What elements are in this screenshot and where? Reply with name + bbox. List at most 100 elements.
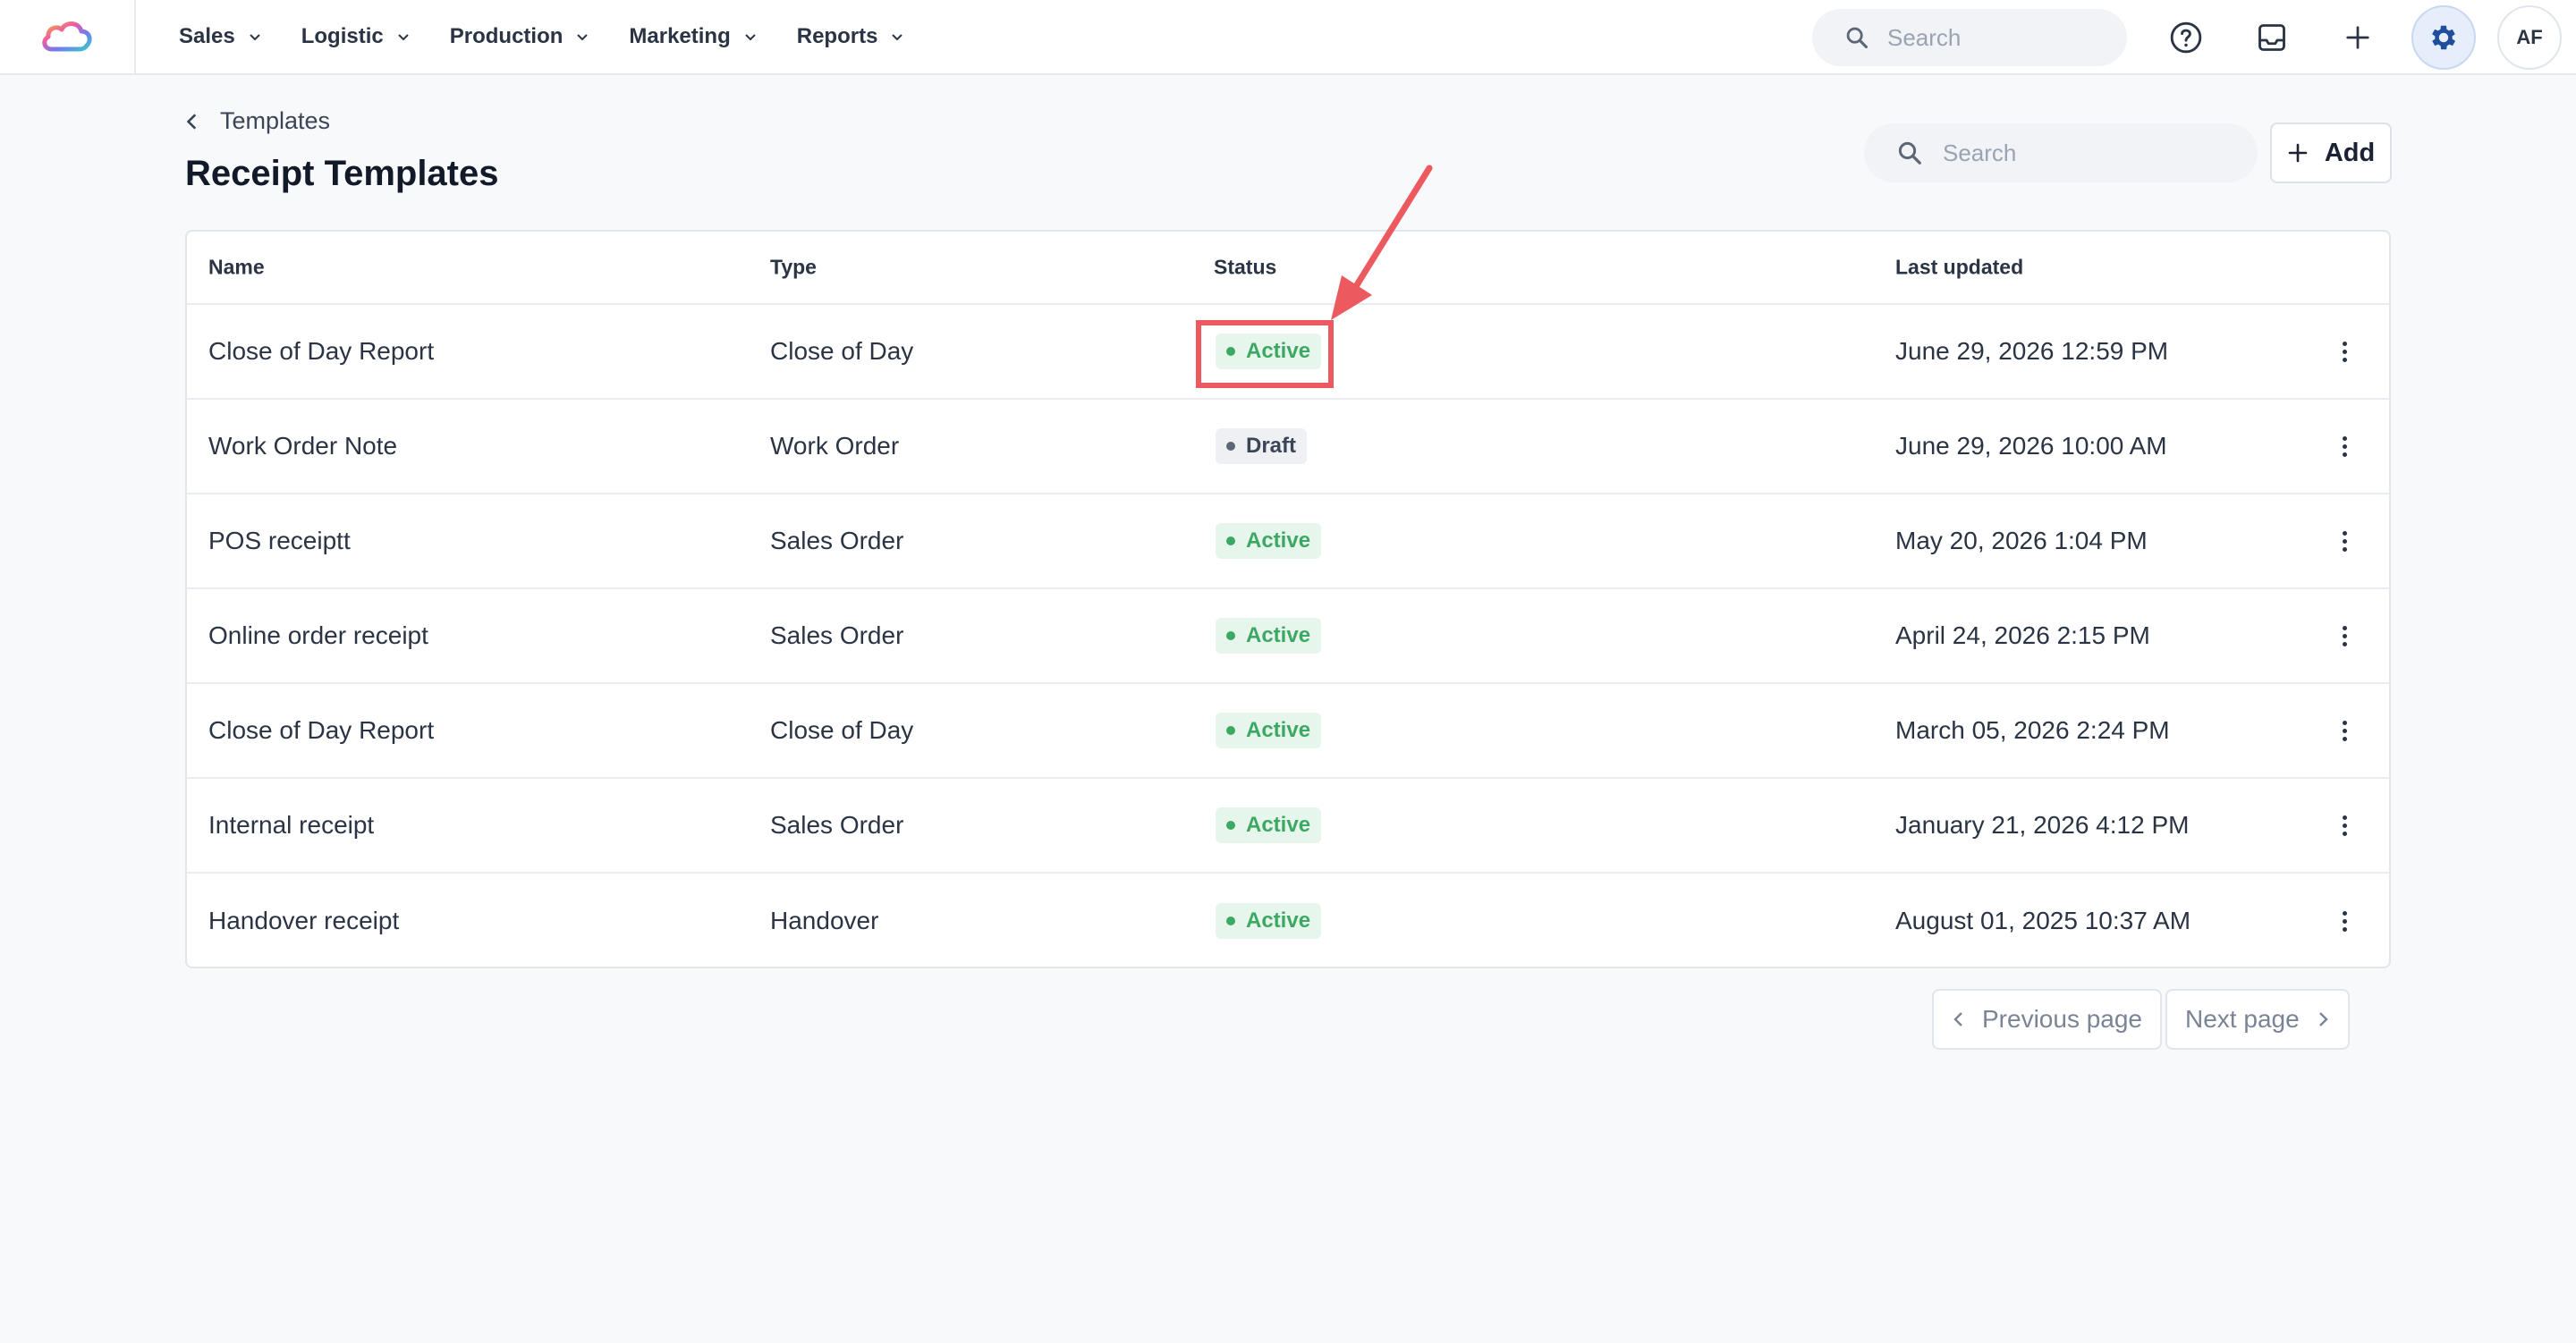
status-dot-icon (1226, 821, 1235, 830)
nav-item-label: Marketing (629, 24, 731, 48)
table-search[interactable] (1864, 123, 2258, 182)
global-search-input[interactable] (1887, 23, 2084, 52)
next-page-label: Next page (2185, 1005, 2300, 1033)
cell-name: Internal receipt (208, 811, 375, 839)
breadcrumb-back[interactable]: Templates (184, 107, 330, 135)
table-row[interactable]: Close of Day Report Close of Day Active … (187, 684, 2389, 779)
row-menu-button[interactable] (2334, 714, 2355, 747)
cell-type: Sales Order (770, 527, 904, 554)
kebab-icon (2342, 720, 2347, 725)
table-row[interactable]: Close of Day Report Close of Day Active … (187, 305, 2389, 400)
cell-type: Close of Day (770, 716, 914, 744)
nav-item-production[interactable]: Production (450, 24, 590, 49)
cell-last-updated: March 05, 2026 2:24 PM (1895, 716, 2170, 744)
help-button[interactable] (2154, 5, 2218, 70)
next-page-button[interactable]: Next page (2165, 989, 2350, 1050)
cell-last-updated: April 24, 2026 2:15 PM (1895, 621, 2150, 649)
row-menu-button[interactable] (2334, 905, 2355, 937)
row-menu-button[interactable] (2334, 335, 2355, 367)
main-nav: Sales Logistic Production Marketing Repo… (179, 24, 944, 49)
page-title: Receipt Templates (185, 154, 499, 193)
cell-type: Sales Order (770, 621, 904, 649)
status-badge: Active (1216, 807, 1322, 843)
settings-button[interactable] (2411, 5, 2476, 70)
global-search[interactable] (1812, 9, 2127, 66)
inbox-icon (2258, 24, 2285, 51)
pagination: Previous page Next page (1932, 989, 2350, 1050)
kebab-icon (2342, 910, 2347, 916)
row-menu-button[interactable] (2334, 809, 2355, 841)
cell-name: Handover receipt (208, 907, 400, 934)
table-search-input[interactable] (1943, 139, 2140, 167)
kebab-icon (2342, 435, 2347, 441)
chevron-down-icon (398, 34, 409, 41)
status-dot-icon (1226, 916, 1235, 925)
search-icon (1846, 27, 1868, 49)
create-button[interactable] (2326, 5, 2390, 70)
status-dot-icon (1226, 442, 1235, 451)
row-menu-button[interactable] (2334, 430, 2355, 462)
table-row[interactable]: POS receiptt Sales Order Active May 20, … (187, 494, 2389, 589)
cell-last-updated: January 21, 2026 4:12 PM (1895, 811, 2190, 839)
table-row[interactable]: Work Order Note Work Order Draft June 29… (187, 400, 2389, 494)
column-header-status[interactable]: Status (1214, 256, 1276, 280)
cell-type: Sales Order (770, 811, 904, 839)
previous-page-button[interactable]: Previous page (1932, 989, 2163, 1050)
column-header-last-updated[interactable]: Last updated (1895, 256, 2023, 280)
app-logo[interactable] (0, 0, 136, 74)
status-badge: Active (1216, 523, 1322, 559)
nav-item-label: Sales (179, 24, 235, 48)
templates-table: Name Type Status Last updated Close of D… (185, 230, 2391, 968)
nav-item-logistic[interactable]: Logistic (301, 24, 411, 49)
cell-last-updated: August 01, 2025 10:37 AM (1895, 907, 2191, 934)
table-header: Name Type Status Last updated (187, 232, 2389, 305)
top-right-actions: AF (1812, 0, 2576, 75)
gear-icon (2432, 25, 2456, 50)
chevron-down-icon (250, 34, 260, 41)
status-badge: Active (1216, 334, 1322, 369)
plus-icon (2288, 143, 2308, 163)
row-menu-button[interactable] (2334, 525, 2355, 557)
search-icon (1898, 141, 1921, 165)
cell-last-updated: June 29, 2026 12:59 PM (1895, 337, 2169, 365)
cloud-logo-icon (42, 21, 92, 52)
help-circle-icon (2170, 21, 2202, 54)
cell-last-updated: June 29, 2026 10:00 AM (1895, 432, 2167, 460)
status-dot-icon (1226, 631, 1235, 640)
nav-item-reports[interactable]: Reports (797, 24, 905, 49)
status-badge: Active (1216, 618, 1322, 654)
nav-item-marketing[interactable]: Marketing (629, 24, 757, 49)
chevron-down-icon (745, 34, 756, 41)
cell-name: Close of Day Report (208, 716, 435, 744)
chevron-right-icon (2318, 1012, 2328, 1026)
chevron-left-icon (1953, 1012, 1962, 1026)
avatar-initials: AF (2516, 26, 2543, 48)
chevron-down-icon (577, 34, 589, 41)
column-header-type[interactable]: Type (770, 256, 817, 280)
inbox-button[interactable] (2240, 5, 2304, 70)
nav-item-label: Logistic (301, 24, 384, 48)
table-row[interactable]: Internal receipt Sales Order Active Janu… (187, 779, 2389, 874)
nav-item-sales[interactable]: Sales (179, 24, 262, 49)
row-menu-button[interactable] (2334, 620, 2355, 652)
user-avatar[interactable]: AF (2497, 5, 2562, 70)
nav-item-label: Production (449, 24, 564, 48)
table-row[interactable]: Online order receipt Sales Order Active … (187, 589, 2389, 684)
cell-type: Work Order (770, 432, 900, 460)
cell-name: Close of Day Report (208, 337, 435, 365)
cell-name: Work Order Note (208, 432, 398, 460)
status-label: Active (1246, 908, 1311, 933)
status-label: Active (1246, 339, 1311, 363)
column-header-name[interactable]: Name (208, 256, 265, 280)
table-row[interactable]: Handover receipt Handover Active August … (187, 874, 2389, 967)
breadcrumb-label: Templates (220, 107, 331, 134)
status-label: Draft (1246, 434, 1297, 458)
top-navigation-bar: Sales Logistic Production Marketing Repo… (0, 0, 2576, 75)
add-template-button[interactable]: Add (2270, 122, 2392, 183)
status-badge: Draft (1216, 428, 1308, 464)
chevron-left-icon (186, 113, 197, 130)
cell-name: Online order receipt (208, 621, 428, 649)
status-label: Active (1246, 718, 1311, 742)
kebab-icon (2342, 341, 2347, 346)
previous-page-label: Previous page (1982, 1005, 2143, 1033)
